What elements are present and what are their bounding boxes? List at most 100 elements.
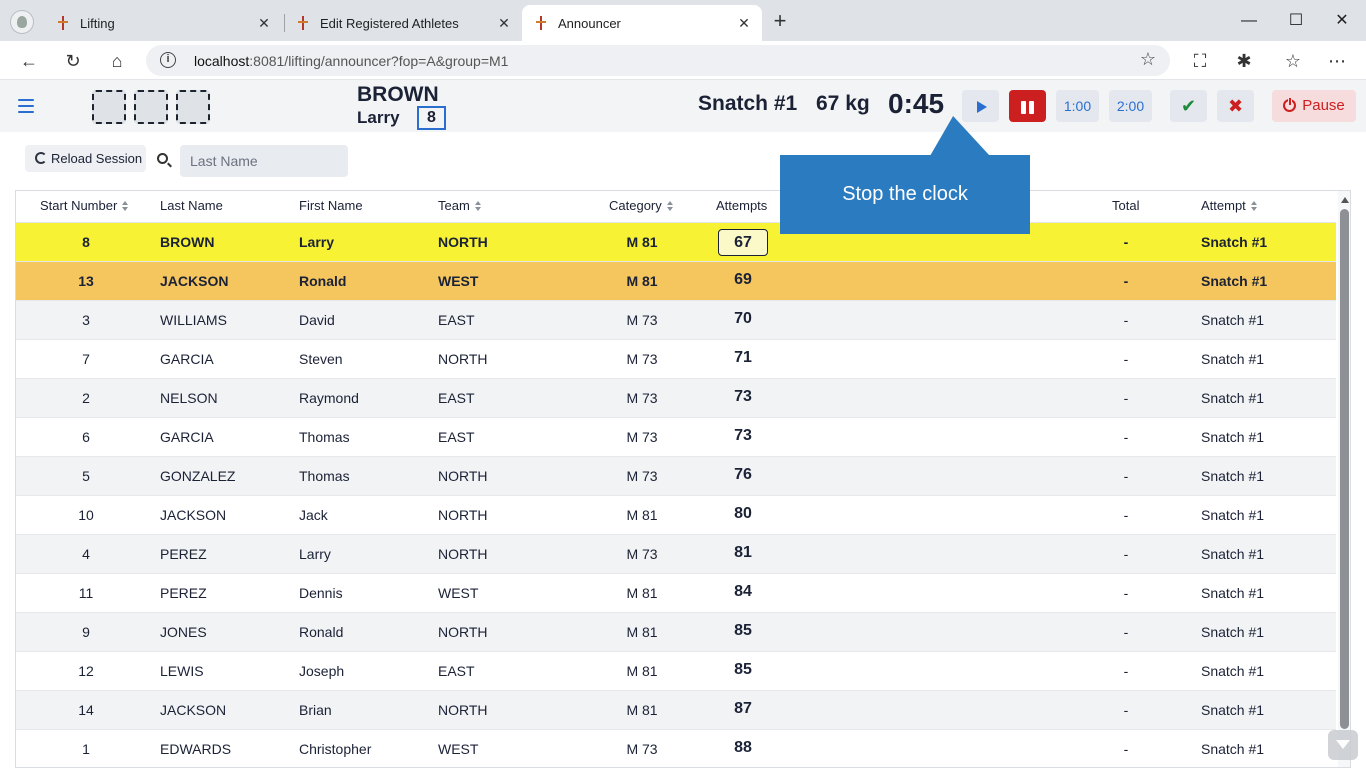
col-attempt[interactable]: Attempt	[1201, 198, 1258, 213]
search-icon	[157, 153, 168, 164]
sort-icon[interactable]	[122, 201, 129, 211]
cell-last-name: JONES	[160, 624, 207, 640]
table-row[interactable]: 9 JONES Ronald NORTH M 81 85 - Snatch #1	[16, 613, 1336, 652]
reset-one-minute-button[interactable]: 1:00	[1056, 90, 1099, 122]
cell-category: M 81	[626, 585, 658, 601]
table-row[interactable]: 1 EDWARDS Christopher WEST M 73 88 - Snatch #1	[16, 730, 1336, 767]
cell-attempt-weight[interactable]: 73	[718, 388, 768, 406]
cell-last-name: GONZALEZ	[160, 468, 236, 484]
play-icon	[977, 101, 987, 114]
table-row[interactable]: 4 PEREZ Larry NORTH M 73 81 - Snatch #1	[16, 535, 1336, 574]
sort-icon[interactable]	[666, 201, 674, 211]
cell-attempt-weight[interactable]: 85	[718, 661, 768, 679]
table-row[interactable]: 5 GONZALEZ Thomas NORTH M 73 76 - Snatch #1	[16, 457, 1336, 496]
cell-attempt: Snatch #1	[1201, 546, 1265, 562]
url-text[interactable]: localhost:8081/lifting/announcer?fop=A&g…	[194, 53, 508, 69]
col-category[interactable]: Category	[609, 198, 674, 213]
cell-attempt-weight[interactable]: 80	[718, 505, 768, 523]
tab-title: Announcer	[558, 15, 621, 31]
back-button[interactable]: ←	[16, 48, 42, 74]
cell-first-name: Brian	[299, 702, 332, 718]
reload-session-button[interactable]: Reload Session	[25, 145, 146, 172]
cell-attempt-weight[interactable]: 71	[718, 349, 768, 367]
address-bar[interactable]: i localhost:8081/lifting/announcer?fop=A…	[146, 45, 1170, 76]
table-row[interactable]: 10 JACKSON Jack NORTH M 81 80 - Snatch #1	[16, 496, 1336, 535]
scrollbar-thumb[interactable]	[1340, 209, 1349, 729]
cell-attempt-weight[interactable]: 69	[718, 271, 768, 289]
cell-first-name: Jack	[299, 507, 328, 523]
sort-icon[interactable]	[1250, 201, 1258, 211]
referee-decision-light-1	[92, 90, 126, 124]
col-last-name: Last Name	[160, 198, 223, 213]
cell-attempt: Snatch #1	[1201, 234, 1268, 250]
reset-two-minutes-button[interactable]: 2:00	[1109, 90, 1152, 122]
cell-total: -	[1123, 546, 1129, 562]
close-tab-icon[interactable]: ✕	[734, 15, 754, 32]
favorites-icon[interactable]: ☆	[1280, 48, 1306, 74]
browser-toolbar: ← ↻ ⌂ i localhost:8081/lifting/announcer…	[0, 41, 1366, 80]
minimize-button[interactable]: —	[1234, 8, 1264, 34]
current-athlete-row[interactable]: 8 BROWN Larry NORTH M 81 67 - Snatch #1	[16, 223, 1336, 262]
cell-attempt-weight[interactable]: 87	[718, 700, 768, 718]
table-row[interactable]: 7 GARCIA Steven NORTH M 73 71 - Snatch #1	[16, 340, 1336, 379]
sort-icon[interactable]	[474, 201, 482, 211]
stop-clock-button[interactable]	[1009, 90, 1046, 122]
maximize-button[interactable]: ☐	[1281, 8, 1311, 34]
cell-attempt: Snatch #1	[1201, 507, 1265, 523]
lifting-favicon-icon	[534, 16, 548, 30]
extensions-icon[interactable]: ✱	[1231, 48, 1257, 74]
tab-lifting[interactable]: Lifting ✕	[44, 5, 282, 41]
cell-first-name: Thomas	[299, 468, 350, 484]
cell-attempt-weight[interactable]: 67	[718, 229, 768, 256]
cell-attempt-weight[interactable]: 85	[718, 622, 768, 640]
site-info-icon[interactable]: i	[160, 52, 176, 68]
pause-competition-button[interactable]: Pause	[1272, 90, 1356, 122]
table-row[interactable]: 12 LEWIS Joseph EAST M 81 85 - Snatch #1	[16, 652, 1336, 691]
cell-attempt-weight[interactable]: 76	[718, 466, 768, 484]
more-menu-icon[interactable]: ⋯	[1324, 48, 1350, 74]
col-first-name: First Name	[299, 198, 363, 213]
browser-tabstrip: Lifting ✕ Edit Registered Athletes ✕ Ann…	[0, 0, 1366, 41]
cell-attempt-weight[interactable]: 70	[718, 310, 768, 328]
screenshot-icon[interactable]: ⛶	[1187, 48, 1213, 74]
reload-button[interactable]: ↻	[60, 48, 86, 74]
col-team[interactable]: Team	[438, 198, 482, 213]
close-tab-icon[interactable]: ✕	[254, 15, 274, 32]
table-row[interactable]: 11 PEREZ Dennis WEST M 81 84 - Snatch #1	[16, 574, 1336, 613]
cell-attempt: Snatch #1	[1201, 273, 1268, 289]
current-athlete-first-name: Larry	[357, 108, 400, 127]
col-start-number[interactable]: Start Number	[40, 198, 129, 213]
next-athlete-row[interactable]: 13 JACKSON Ronald WEST M 81 69 - Snatch #1	[16, 262, 1336, 301]
cell-attempt-weight[interactable]: 88	[718, 739, 768, 757]
hamburger-menu-icon[interactable]	[18, 99, 34, 113]
table-row[interactable]: 3 WILLIAMS David EAST M 73 70 - Snatch #1	[16, 301, 1336, 340]
attempt-clock: 0:45	[888, 88, 945, 119]
reload-session-label: Reload Session	[51, 151, 143, 166]
cell-category: M 73	[626, 351, 658, 367]
tab-edit-registered-athletes[interactable]: Edit Registered Athletes ✕	[284, 5, 522, 41]
favorite-star-icon[interactable]: ☆	[1140, 49, 1156, 70]
cell-category: M 73	[626, 741, 658, 757]
last-name-filter-input[interactable]	[180, 145, 348, 177]
new-tab-button[interactable]: +	[768, 10, 792, 34]
tab-announcer[interactable]: Announcer ✕	[522, 5, 762, 41]
cell-attempt-weight[interactable]: 73	[718, 427, 768, 445]
no-lift-button[interactable]: ✖	[1217, 90, 1254, 122]
announcer-header	[0, 80, 1366, 132]
home-button[interactable]: ⌂	[104, 48, 130, 74]
browser-profile-icon[interactable]	[10, 10, 34, 34]
cell-attempt-weight[interactable]: 81	[718, 544, 768, 562]
table-row[interactable]: 14 JACKSON Brian NORTH M 81 87 - Snatch #1	[16, 691, 1336, 730]
cell-attempt-weight[interactable]: 84	[718, 583, 768, 601]
cell-first-name: Steven	[299, 351, 343, 367]
close-tab-icon[interactable]: ✕	[494, 15, 514, 32]
grid-scrollbar[interactable]	[1338, 191, 1350, 767]
scroll-to-bottom-button[interactable]	[1328, 730, 1358, 760]
col-attempts: Attempts	[716, 198, 768, 213]
table-row[interactable]: 6 GARCIA Thomas EAST M 73 73 - Snatch #1	[16, 418, 1336, 457]
table-row[interactable]: 2 NELSON Raymond EAST M 73 73 - Snatch #1	[16, 379, 1336, 418]
close-window-button[interactable]: ✕	[1327, 8, 1357, 34]
scroll-up-arrow-icon[interactable]	[1341, 197, 1349, 203]
cell-team: WEST	[438, 273, 479, 289]
good-lift-button[interactable]: ✔	[1170, 90, 1207, 122]
